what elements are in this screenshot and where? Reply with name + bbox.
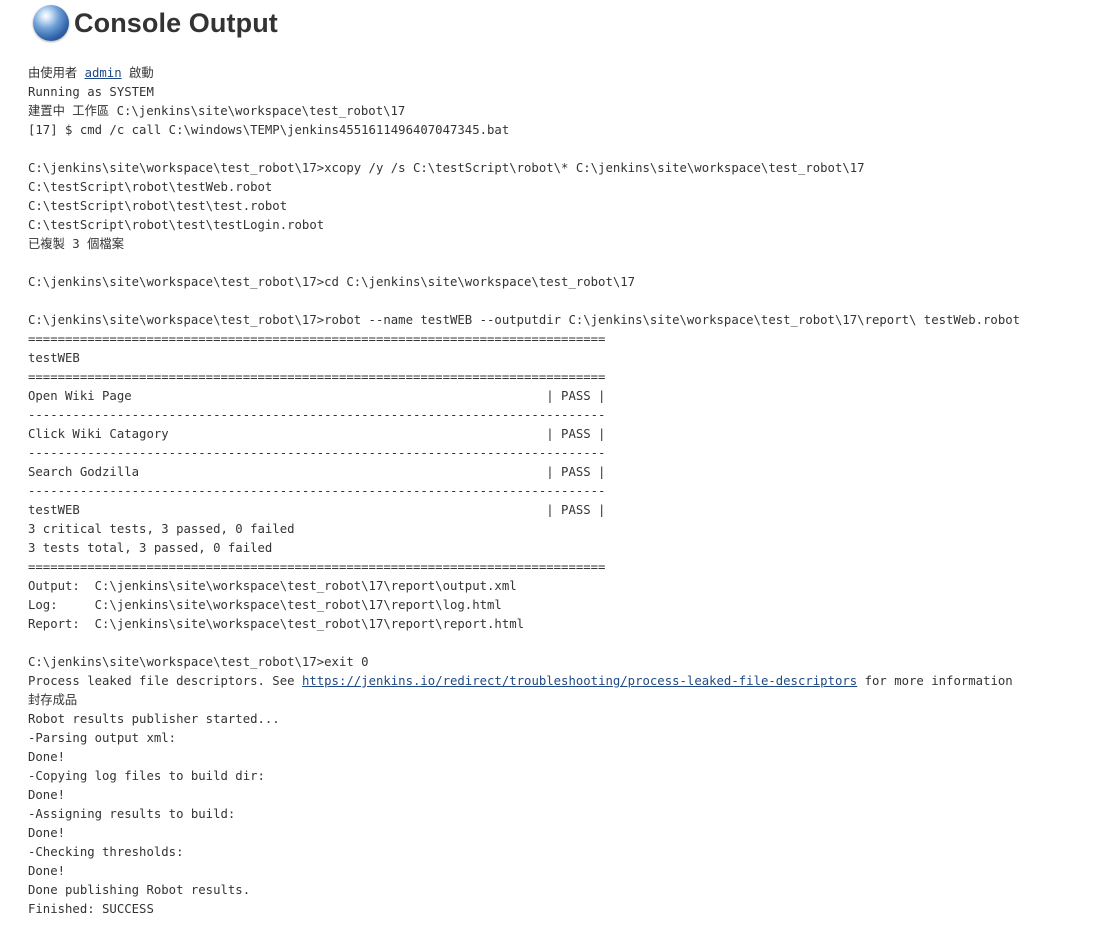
start-prefix: 由使用者 [28,66,85,80]
console-line: Output: C:\jenkins\site\workspace\test_r… [28,579,517,593]
console-orb-icon [33,5,69,41]
console-line: C:\jenkins\site\workspace\test_robot\17>… [28,275,636,289]
console-line: -Assigning results to build: [28,807,236,821]
console-line: 3 tests total, 3 passed, 0 failed [28,541,273,555]
console-line: ----------------------------------------… [28,484,606,498]
console-line: Search Godzilla | PASS | [28,465,606,479]
console-line: Log: C:\jenkins\site\workspace\test_robo… [28,598,502,612]
console-line: C:\testScript\robot\test\test.robot [28,199,288,213]
console-line: testWEB | PASS | [28,503,606,517]
console-lines: Running as SYSTEM 建置中 工作區 C:\jenkins\site… [28,83,1020,672]
console-line: 封存成品 [28,693,78,707]
console-line: C:\jenkins\site\workspace\test_robot\17>… [28,655,369,669]
console-line: C:\testScript\robot\test\testLogin.robot [28,218,325,232]
console-output: 由使用者 admin 啟動 Running as SYSTEM 建置中 工作區 C:… [28,64,1020,919]
console-line: 建置中 工作區 C:\jenkins\site\workspace\test_r… [28,104,406,118]
console-line: C:\jenkins\site\workspace\test_robot\17>… [28,161,865,175]
console-line: Finished: SUCCESS [28,902,154,916]
page-title: Console Output [74,7,278,38]
leak-help-link[interactable]: https://jenkins.io/redirect/troubleshoot… [302,674,857,688]
console-line: -Copying log files to build dir: [28,769,265,783]
leak-prefix: Process leaked file descriptors. See [28,674,302,688]
console-line: testWEB [28,351,80,365]
console-line: Click Wiki Catagory | PASS | [28,427,606,441]
console-line: C:\jenkins\site\workspace\test_robot\17>… [28,313,1021,327]
console-line: -Parsing output xml: [28,731,177,745]
console-line: Done! [28,750,66,764]
console-line: [17] $ cmd /c call C:\windows\TEMP\jenki… [28,123,510,137]
console-line: Done! [28,864,66,878]
console-line: 3 critical tests, 3 passed, 0 failed [28,522,295,536]
console-line: ----------------------------------------… [28,408,606,422]
page-header: Console Output [33,3,278,43]
console-line: Done! [28,826,66,840]
console-line: ========================================… [28,332,606,346]
start-suffix: 啟動 [121,66,154,80]
console-line: Report: C:\jenkins\site\workspace\test_r… [28,617,525,631]
console-leak-line: Process leaked file descriptors. See htt… [28,672,1020,691]
console-tail-lines: 封存成品 Robot results publisher started... -P… [28,691,1020,919]
console-line: Done publishing Robot results. [28,883,251,897]
console-line: C:\testScript\robot\testWeb.robot [28,180,273,194]
console-line: ========================================… [28,370,606,384]
console-line: Done! [28,788,66,802]
console-line: Robot results publisher started... [28,712,280,726]
console-start-line: 由使用者 admin 啟動 [28,64,1020,83]
leak-suffix: for more information [857,674,1013,688]
console-line: 已複製 3 個檔案 [28,237,124,251]
console-line: Running as SYSTEM [28,85,154,99]
console-line: Open Wiki Page | PASS | [28,389,606,403]
console-line: ========================================… [28,560,606,574]
console-line: -Checking thresholds: [28,845,184,859]
user-link-admin[interactable]: admin [85,66,122,80]
console-line: ----------------------------------------… [28,446,606,460]
